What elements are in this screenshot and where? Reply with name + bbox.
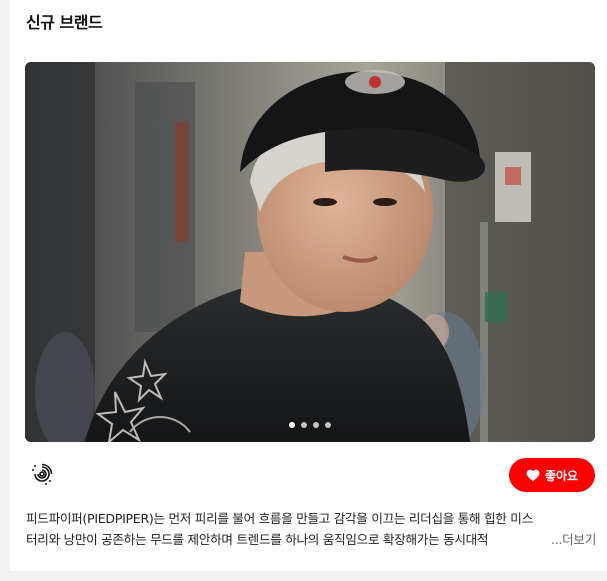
hero-image-carousel[interactable] <box>25 62 595 442</box>
description-line-1: 피드파이퍼(PIEDPIPER)는 먼저 피리를 불어 흐름을 만들고 감각을 … <box>26 511 533 526</box>
model-photo <box>25 62 595 442</box>
more-link[interactable]: ...더보기 <box>541 529 596 550</box>
heart-icon <box>526 469 540 481</box>
carousel-dot-2[interactable] <box>301 422 307 428</box>
like-button-label: 좋아요 <box>544 468 579 483</box>
carousel-dot-1[interactable] <box>289 422 295 428</box>
section-title: 신규 브랜드 <box>26 13 103 32</box>
carousel-indicator <box>25 422 595 428</box>
carousel-dot-3[interactable] <box>313 422 319 428</box>
brand-description: 피드파이퍼(PIEDPIPER)는 먼저 피리를 불어 흐름을 만들고 감각을 … <box>26 508 596 550</box>
like-button[interactable]: 좋아요 <box>509 458 595 492</box>
carousel-dot-4[interactable] <box>325 422 331 428</box>
brand-card: 신규 브랜드 좋아요 피드파이퍼(PIEDPIPER)는 먼저 피리를 불어 흐… <box>10 0 607 571</box>
description-line-2: 터리와 낭만이 공존하는 무드를 제안하며 트렌드를 하나의 움직임으로 확장해… <box>26 529 596 550</box>
description-line-2-text: 터리와 낭만이 공존하는 무드를 제안하며 트렌드를 하나의 움직임으로 확장해… <box>26 532 489 547</box>
spiral-logo-icon[interactable] <box>30 462 54 486</box>
